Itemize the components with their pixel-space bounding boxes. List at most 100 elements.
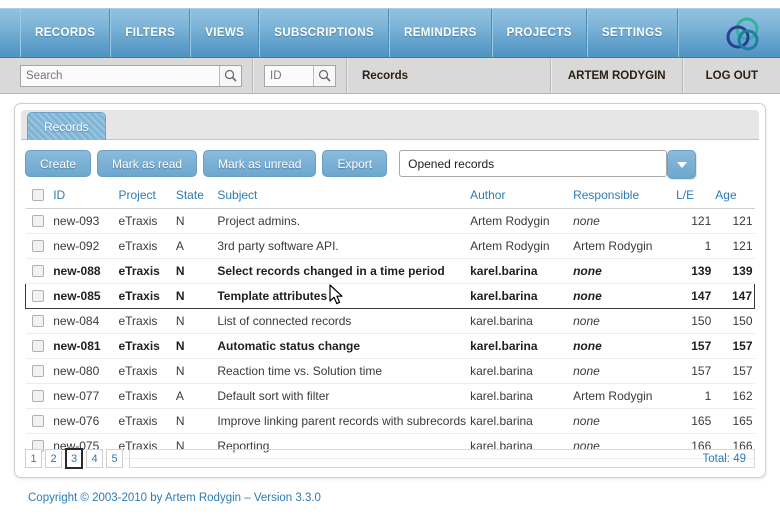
nav-item-settings[interactable]: SETTINGS [587, 9, 678, 57]
row-checkbox[interactable] [32, 265, 44, 277]
column-header-le[interactable]: L/E [674, 185, 713, 209]
table-row[interactable]: new-084eTraxisNList of connected records… [26, 309, 755, 334]
interlocking-circles-logo-icon [720, 15, 766, 55]
id-search-field[interactable] [264, 65, 336, 87]
search-input[interactable] [21, 66, 219, 86]
nav-item-records[interactable]: RECORDS [20, 9, 110, 57]
cell-project-text: eTraxis [118, 364, 157, 378]
column-header-state[interactable]: State [174, 185, 216, 209]
cell-id-text: new-093 [53, 214, 99, 228]
column-header-responsible[interactable]: Responsible [571, 185, 674, 209]
cell-project: eTraxis [116, 359, 173, 384]
cell-le-text: 1 [705, 239, 712, 253]
filter-select[interactable]: Opened records [399, 150, 667, 177]
tab-records[interactable]: Records [27, 112, 106, 140]
cell-age-text: 139 [732, 264, 752, 278]
row-checkbox[interactable] [32, 365, 44, 377]
cell-project: eTraxis [116, 309, 173, 334]
nav-item-filters[interactable]: FILTERS [110, 9, 190, 57]
cell-id-text: new-080 [53, 364, 99, 378]
select-all-header[interactable] [26, 185, 52, 209]
nav-item-subscriptions[interactable]: SUBSCRIPTIONS [259, 9, 389, 57]
current-user-button[interactable]: ARTEM RODYGIN [551, 58, 683, 93]
nav-item-projects[interactable]: PROJECTS [492, 9, 587, 57]
column-header-author[interactable]: Author [468, 185, 571, 209]
export-button[interactable]: Export [322, 150, 387, 177]
search-icon[interactable] [219, 66, 241, 86]
row-checkbox[interactable] [32, 415, 44, 427]
cell-id-text: new-085 [53, 289, 100, 303]
cell-le: 165 [674, 409, 713, 434]
row-checkbox-cell[interactable] [26, 334, 52, 359]
page-button-5[interactable]: 5 [106, 449, 123, 468]
column-header-age[interactable]: Age [713, 185, 754, 209]
cell-responsible: none [571, 409, 674, 434]
nav-item-label: SUBSCRIPTIONS [274, 27, 374, 39]
table-row[interactable]: new-076eTraxisNImprove linking parent re… [26, 409, 755, 434]
id-search-icon[interactable] [313, 66, 335, 86]
row-checkbox[interactable] [32, 390, 44, 402]
pagination: 12345Total: 49 [25, 448, 755, 469]
create-button[interactable]: Create [25, 150, 91, 177]
cell-responsible: none [571, 359, 674, 384]
cell-state-text: N [176, 364, 185, 378]
cell-state: N [174, 409, 216, 434]
cell-responsible-text: none [573, 314, 600, 328]
row-checkbox[interactable] [32, 340, 44, 352]
nav-item-views[interactable]: VIEWS [190, 9, 259, 57]
mark-as-read-button[interactable]: Mark as read [97, 150, 197, 177]
nav-item-reminders[interactable]: REMINDERS [389, 9, 492, 57]
row-checkbox-cell[interactable] [26, 309, 52, 334]
main-nav-items: RECORDS FILTERS VIEWS SUBSCRIPTIONS REMI… [0, 9, 780, 57]
cell-subject-text: Improve linking parent records with subr… [217, 414, 466, 428]
magnifier-glyph [224, 69, 237, 82]
cell-le-text: 157 [691, 364, 711, 378]
row-checkbox-cell[interactable] [26, 409, 52, 434]
table-row[interactable]: new-093eTraxisNProject admins.Artem Rody… [26, 209, 755, 234]
table-row[interactable]: new-077eTraxisADefault sort with filterk… [26, 384, 755, 409]
row-checkbox-cell[interactable] [26, 284, 52, 309]
id-search-input[interactable] [265, 66, 313, 86]
chevron-down-icon[interactable] [667, 150, 696, 179]
table-row[interactable]: new-080eTraxisNReaction time vs. Solutio… [26, 359, 755, 384]
page-button-1[interactable]: 1 [25, 449, 42, 468]
cell-author: karel.barina [468, 384, 571, 409]
nav-item-label: FILTERS [125, 27, 175, 39]
row-checkbox[interactable] [32, 215, 44, 227]
column-header-id[interactable]: ID [51, 185, 116, 209]
row-checkbox-cell[interactable] [26, 259, 52, 284]
page-button-4[interactable]: 4 [86, 449, 103, 468]
column-header-subject[interactable]: Subject [215, 185, 468, 209]
cell-responsible-text: none [573, 339, 602, 353]
row-checkbox-cell[interactable] [26, 384, 52, 409]
cell-le: 139 [674, 259, 713, 284]
cell-le-text: 165 [691, 414, 711, 428]
cell-age-text: 121 [732, 239, 752, 253]
table-row[interactable]: new-085eTraxisNTemplate attributeskarel.… [26, 284, 755, 309]
row-checkbox[interactable] [32, 240, 44, 252]
row-checkbox[interactable] [32, 315, 44, 327]
cell-id: new-084 [51, 309, 116, 334]
row-checkbox[interactable] [32, 290, 44, 302]
page-button-label: 2 [50, 453, 56, 465]
cell-age-text: 157 [732, 364, 752, 378]
logout-button[interactable]: LOG OUT [683, 58, 780, 93]
mark-as-unread-button[interactable]: Mark as unread [203, 150, 316, 177]
table-row[interactable]: new-081eTraxisNAutomatic status changeka… [26, 334, 755, 359]
filter-select-value: Opened records [400, 151, 666, 176]
row-checkbox-cell[interactable] [26, 234, 52, 259]
cell-le: 150 [674, 309, 713, 334]
cell-subject: Automatic status change [215, 334, 468, 359]
row-checkbox-cell[interactable] [26, 209, 52, 234]
select-all-checkbox[interactable] [32, 189, 44, 201]
cell-responsible-text: Artem Rodygin [573, 239, 652, 253]
table-row[interactable]: new-088eTraxisNSelect records changed in… [26, 259, 755, 284]
table-row[interactable]: new-092eTraxisA3rd party software API.Ar… [26, 234, 755, 259]
page-button-2[interactable]: 2 [45, 449, 62, 468]
cell-author: Artem Rodygin [468, 209, 571, 234]
page-button-3[interactable]: 3 [65, 448, 83, 469]
column-header-project[interactable]: Project [116, 185, 173, 209]
tab-strip: Records [21, 110, 759, 140]
row-checkbox-cell[interactable] [26, 359, 52, 384]
search-field[interactable] [20, 65, 242, 87]
